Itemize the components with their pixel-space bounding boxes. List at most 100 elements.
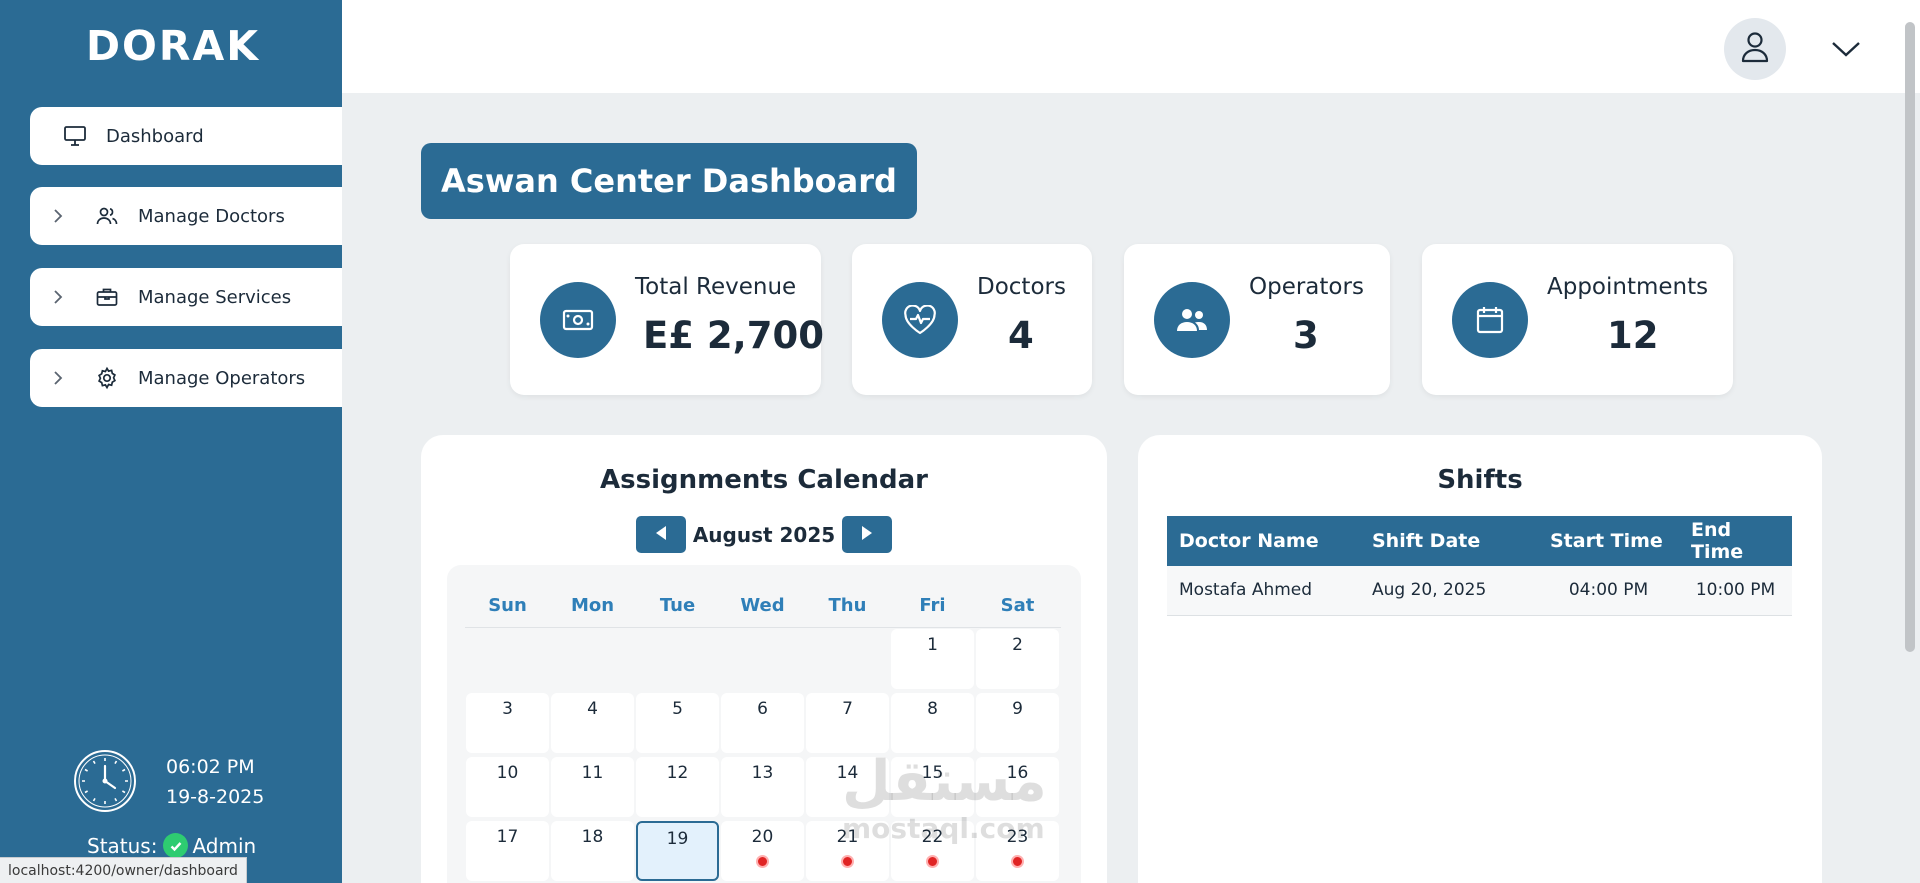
- cell-end-time: 10:00 PM: [1679, 566, 1792, 616]
- chevron-down-icon[interactable]: [1829, 34, 1863, 64]
- calendar-day[interactable]: 9: [976, 693, 1059, 753]
- user-role: Admin: [192, 833, 257, 858]
- day-number: 19: [666, 829, 689, 849]
- calendar-day[interactable]: 16: [976, 757, 1059, 817]
- calendar-day[interactable]: 18: [551, 821, 634, 881]
- calendar-day[interactable]: 12: [636, 757, 719, 817]
- users-icon: [1154, 282, 1230, 358]
- calendar-day[interactable]: 8: [891, 693, 974, 753]
- calendar-day[interactable]: 11: [551, 757, 634, 817]
- column-header[interactable]: End Time: [1679, 516, 1792, 566]
- current-month: August 2025: [692, 522, 836, 547]
- stat-card-appointments: Appointments 12: [1422, 244, 1733, 395]
- sidebar-item-label: Manage Operators: [138, 367, 306, 389]
- day-number: 12: [666, 763, 689, 783]
- sidebar-item-manage-doctors[interactable]: Manage Doctors: [30, 187, 342, 245]
- calendar-day[interactable]: 3: [466, 693, 549, 753]
- calendar-day[interactable]: 22: [891, 821, 974, 881]
- next-month-button[interactable]: [842, 516, 892, 553]
- stat-value: 3: [1293, 314, 1319, 357]
- shifts-table: Doctor Name Shift Date Start Time End Ti…: [1167, 516, 1792, 616]
- briefcase-icon: [94, 284, 120, 310]
- shift-indicator-dot: [926, 855, 939, 868]
- day-number: 10: [496, 763, 519, 783]
- stat-card-doctors: Doctors 4: [852, 244, 1092, 395]
- cell-doctor-name: Mostafa Ahmed: [1167, 566, 1360, 616]
- calendar-day[interactable]: 23: [976, 821, 1059, 881]
- calendar-day[interactable]: 20: [721, 821, 804, 881]
- calendar-nav: August 2025: [636, 516, 892, 553]
- weekday-header: Thu: [828, 595, 867, 616]
- cell-start-time: 04:00 PM: [1538, 566, 1679, 616]
- calendar-day[interactable]: 7: [806, 693, 889, 753]
- divider: [465, 627, 1061, 628]
- stat-value: 12: [1607, 314, 1659, 357]
- avatar[interactable]: [1724, 18, 1786, 80]
- calendar-day[interactable]: 13: [721, 757, 804, 817]
- chevron-right-icon: [52, 288, 72, 306]
- column-header[interactable]: Start Time: [1538, 516, 1679, 566]
- users-icon: [94, 203, 120, 229]
- calendar-day[interactable]: 15: [891, 757, 974, 817]
- calendar-day[interactable]: 6: [721, 693, 804, 753]
- gear-icon: [94, 365, 120, 391]
- day-number: 6: [757, 699, 768, 719]
- user-icon: [1739, 30, 1771, 68]
- day-number: 16: [1006, 763, 1029, 783]
- page-title: Aswan Center Dashboard: [421, 143, 917, 219]
- cash-icon: [540, 282, 616, 358]
- calendar-day[interactable]: 17: [466, 821, 549, 881]
- day-number: 1: [927, 635, 938, 655]
- calendar-day[interactable]: 10: [466, 757, 549, 817]
- calendar-day[interactable]: 5: [636, 693, 719, 753]
- brand-logo[interactable]: DORAK: [86, 22, 260, 70]
- calendar-icon: [1452, 282, 1528, 358]
- triangle-right-icon: [860, 525, 874, 545]
- shift-indicator-dot: [841, 855, 854, 868]
- user-status: Status: Admin: [87, 833, 256, 858]
- stat-value: E£ 2,700: [643, 314, 824, 357]
- sidebar-item-dashboard[interactable]: Dashboard: [30, 107, 342, 165]
- day-number: 23: [1006, 827, 1029, 847]
- calendar-day[interactable]: 2: [976, 629, 1059, 689]
- link-preview-url: localhost:4200/owner/dashboard: [0, 857, 247, 883]
- sidebar-item-manage-services[interactable]: Manage Services: [30, 268, 342, 326]
- sidebar-item-label: Dashboard: [106, 125, 204, 147]
- stat-label: Appointments: [1547, 274, 1709, 300]
- table-row[interactable]: Mostafa Ahmed Aug 20, 2025 04:00 PM 10:0…: [1167, 566, 1792, 616]
- clock-icon: [72, 748, 138, 814]
- weekday-header: Sun: [488, 595, 527, 616]
- shift-indicator-dot: [756, 855, 769, 868]
- triangle-left-icon: [654, 525, 668, 545]
- day-number: 9: [1012, 699, 1023, 719]
- current-datetime: 06:02 PM 19-8-2025: [166, 752, 264, 812]
- column-header[interactable]: Doctor Name: [1167, 516, 1360, 566]
- shift-indicator-dot: [1011, 855, 1024, 868]
- day-number: 20: [751, 827, 774, 847]
- stat-card-operators: Operators 3: [1124, 244, 1390, 395]
- topbar: [342, 0, 1920, 93]
- sidebar-item-manage-operators[interactable]: Manage Operators: [30, 349, 342, 407]
- calendar-day-today[interactable]: 19: [636, 821, 719, 881]
- prev-month-button[interactable]: [636, 516, 686, 553]
- day-number: 11: [581, 763, 604, 783]
- current-time: 06:02 PM: [166, 756, 255, 778]
- sidebar: DORAK Dashboard Manage Doctors Manage Se…: [0, 0, 342, 883]
- column-header[interactable]: Shift Date: [1360, 516, 1538, 566]
- calendar-day[interactable]: 4: [551, 693, 634, 753]
- calendar-day[interactable]: 14: [806, 757, 889, 817]
- weekday-header: Tue: [659, 595, 696, 616]
- heart-pulse-icon: [882, 282, 958, 358]
- current-date: 19-8-2025: [166, 786, 265, 808]
- stat-card-total-revenue: Total Revenue E£ 2,700: [510, 244, 824, 395]
- check-circle-icon: [163, 833, 189, 858]
- calendar-day[interactable]: 21: [806, 821, 889, 881]
- stat-label: Operators: [1249, 274, 1364, 300]
- calendar-day[interactable]: 1: [891, 629, 974, 689]
- shifts-panel: Shifts: [1138, 435, 1822, 883]
- table-header-row: Doctor Name Shift Date Start Time End Ti…: [1167, 516, 1792, 566]
- day-number: 18: [581, 827, 604, 847]
- shifts-title: Shifts: [1437, 465, 1523, 495]
- scrollbar-thumb[interactable]: [1905, 22, 1915, 652]
- calendar-grid: Sun Mon Tue Wed Thu Fri Sat 1 2 3 4 5 6 7 8 9 10 11 12 13 14…: [447, 565, 1081, 883]
